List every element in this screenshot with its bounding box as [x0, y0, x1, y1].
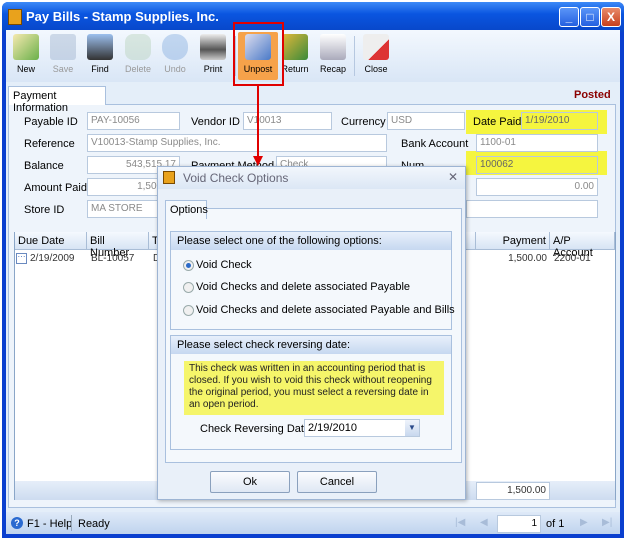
close-button[interactable]: Close	[356, 32, 396, 80]
save-icon	[50, 34, 76, 60]
option-void-check-label[interactable]: Void Check	[196, 259, 252, 271]
group-title: Please select one of the following optio…	[171, 232, 451, 250]
cell-ap-account[interactable]: 2200-01	[551, 251, 594, 267]
printer-icon	[200, 34, 226, 60]
radio-void-delete-payable[interactable]	[183, 282, 194, 293]
check-reversing-date-label: Check Reversing Date	[200, 423, 311, 435]
help-icon[interactable]: ?	[11, 517, 23, 529]
ok-button[interactable]: Ok	[210, 471, 290, 493]
cell-due-date[interactable]: 2/19/2009	[27, 251, 78, 267]
print-button[interactable]: Print	[193, 32, 233, 80]
recycle-bin-icon	[125, 34, 151, 60]
minimize-button[interactable]: _	[559, 7, 579, 27]
next-page-icon[interactable]: ▶	[580, 517, 588, 528]
option-void-delete-payable-label[interactable]: Void Checks and delete associated Payabl…	[196, 281, 410, 293]
status-badge: Posted	[574, 89, 611, 101]
dialog-app-icon	[163, 171, 175, 184]
window-title: Pay Bills - Stamp Supplies, Inc.	[26, 9, 219, 24]
reference-label: Reference	[24, 138, 75, 150]
cancel-button[interactable]: Cancel	[297, 471, 377, 493]
option-void-delete-payable-bills-label[interactable]: Void Checks and delete associated Payabl…	[196, 304, 455, 316]
store-id-label: Store ID	[24, 204, 65, 216]
tab-payment-information[interactable]: Payment Information	[8, 86, 106, 114]
vendor-id-label: Vendor ID	[191, 116, 240, 128]
radio-void-check[interactable]	[183, 260, 194, 271]
close-window-button[interactable]: X	[601, 7, 621, 27]
undo-icon	[162, 34, 188, 60]
recap-icon	[320, 34, 346, 60]
cell-payment[interactable]: 1,500.00	[476, 251, 550, 267]
date-paid-label: Date Paid	[473, 116, 522, 128]
page-count: of 1	[546, 518, 565, 530]
binoculars-icon	[87, 34, 113, 60]
payable-id-label: Payable ID	[24, 116, 78, 128]
currency-label: Currency	[341, 116, 386, 128]
column-header-ap-account[interactable]: A/P Account	[550, 232, 615, 259]
amount-paid-label: Amount Paid	[24, 182, 87, 194]
maximize-button[interactable]: □	[580, 7, 600, 27]
tab-options[interactable]: Options	[165, 200, 208, 219]
dialog-title: Void Check Options	[183, 171, 289, 185]
column-header-payment[interactable]: Payment	[476, 232, 550, 250]
ellipsis-button[interactable]: ···	[16, 253, 27, 264]
status-separator	[71, 515, 72, 531]
radio-void-delete-payable-bills[interactable]	[183, 305, 194, 316]
toolbar-separator	[354, 36, 355, 76]
closed-period-warning: This check was written in an accounting …	[184, 361, 444, 415]
chevron-down-icon[interactable]: ▼	[405, 420, 419, 436]
find-button[interactable]: Find	[80, 32, 120, 80]
new-icon	[13, 34, 39, 60]
balance-label: Balance	[24, 160, 64, 172]
previous-page-icon[interactable]: ◀	[480, 517, 488, 528]
unapplied-amount-field[interactable]: 0.00	[476, 178, 598, 196]
app-icon	[8, 9, 22, 25]
num-field[interactable]: 100062	[476, 156, 598, 174]
save-button[interactable]: Save	[43, 32, 83, 80]
cell-bill-number[interactable]: BL-10057	[88, 251, 137, 267]
dialog-close-icon[interactable]: ✕	[448, 170, 458, 184]
close-form-icon	[363, 34, 389, 60]
annotation-highlight-box	[233, 22, 284, 86]
recap-button[interactable]: Recap	[313, 32, 353, 80]
status-text: Ready	[78, 518, 110, 530]
column-header-bill-number[interactable]: Bill Number	[87, 232, 149, 259]
check-reversing-date-dropdown[interactable]: 2/19/2010	[304, 419, 420, 437]
first-page-icon[interactable]: |◀	[455, 517, 465, 528]
total-payment: 1,500.00	[476, 482, 550, 500]
payable-id-field[interactable]: PAY-10056	[87, 112, 180, 130]
group-title: Please select check reversing date:	[171, 336, 451, 354]
currency-field[interactable]: USD	[387, 112, 465, 130]
date-paid-field[interactable]: 1/19/2010	[521, 112, 598, 130]
delete-button[interactable]: Delete	[118, 32, 158, 80]
bank-account-label: Bank Account	[401, 138, 469, 150]
page-number-input[interactable]: 1	[497, 515, 541, 533]
reference-field[interactable]: V10013-Stamp Supplies, Inc.	[87, 134, 387, 152]
bank-account-field[interactable]: 1100-01	[476, 134, 598, 152]
undo-button[interactable]: Undo	[155, 32, 195, 80]
column-header-due-date[interactable]: Due Date	[15, 232, 87, 250]
help-label[interactable]: F1 - Help	[27, 518, 72, 530]
new-button[interactable]: New	[6, 32, 46, 80]
memo-field[interactable]	[466, 200, 598, 218]
last-page-icon[interactable]: ▶|	[602, 517, 612, 528]
annotation-arrow	[253, 84, 263, 166]
return-icon	[282, 34, 308, 60]
